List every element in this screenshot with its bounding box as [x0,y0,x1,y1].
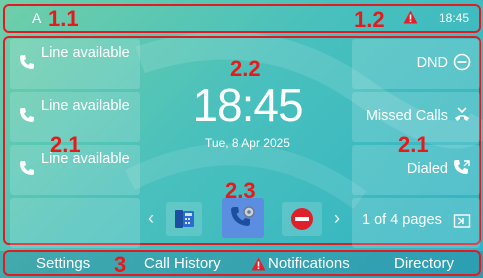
phone-icon [20,108,34,122]
phone-icon [20,55,34,69]
line-key-label: Line available [41,98,130,114]
directory-app-icon [175,210,194,228]
dnd-icon [453,53,471,71]
softkey-notifications[interactable]: Notifications [268,255,350,272]
missed-calls-icon [455,107,469,121]
account-indicator: A [32,10,42,26]
call-settings-app[interactable] [222,198,264,238]
annotation-label: 2.2 [230,56,261,81]
annotation-label: 2.1 [50,132,81,157]
dialed-icon [454,160,470,174]
line-key-empty[interactable] [10,198,140,248]
missed-calls-key-label: Missed Calls [365,108,448,124]
dialed-key-label: Dialed [406,161,448,177]
directory-app[interactable] [166,202,202,236]
dnd-key-label: DND [416,55,448,71]
clock-time: 18:45 [192,79,303,131]
page-indicator: 1 of 4 pages [362,212,442,228]
dnd-key[interactable]: DND [352,39,480,89]
call-settings-app-icon [231,206,255,226]
softkey-settings[interactable]: Settings [36,255,90,272]
notifications-warning-icon [251,257,266,271]
app-strip-next-arrow[interactable]: › [334,208,340,229]
softkey-directory[interactable]: Directory [394,255,454,272]
annotation-label: 2.3 [225,178,256,203]
app-strip-prev-arrow[interactable]: ‹ [148,208,154,229]
annotation-label: 1.1 [48,6,79,31]
clock-date: Tue, 8 Apr 2025 [205,136,290,150]
annotation-label: 2.1 [398,132,429,157]
line-key-1[interactable]: Line available [10,39,140,89]
line-key-label: Line available [41,45,130,61]
annotation-label: 1.2 [354,7,385,32]
dnd-app-icon [291,208,313,230]
dnd-app[interactable] [282,202,322,236]
status-time: 18:45 [438,11,469,25]
phone-icon [20,161,34,175]
page-switch-icon [453,214,471,228]
annotation-label: 3 [114,252,127,277]
warning-icon[interactable] [403,10,418,24]
softkey-call-history[interactable]: Call History [144,255,221,272]
